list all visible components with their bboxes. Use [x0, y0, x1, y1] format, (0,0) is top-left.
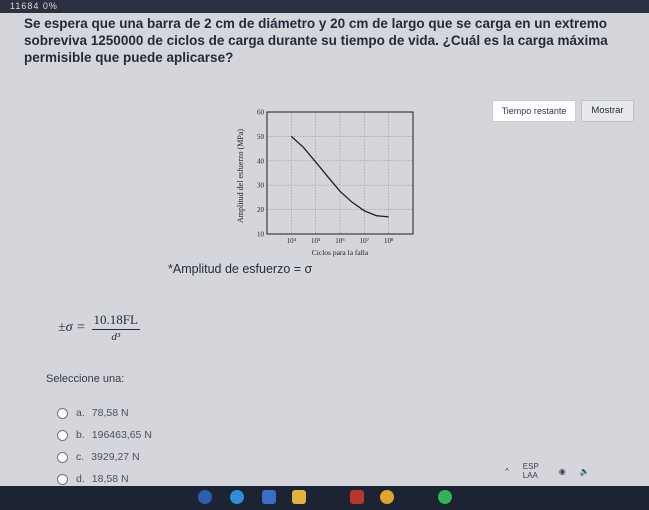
chrome-icon[interactable]: [380, 490, 394, 504]
volume-icon[interactable]: 🔈: [580, 467, 590, 476]
option-text: 196463,65 N: [91, 429, 152, 441]
formula-fraction: 10.18FL d³: [91, 312, 140, 343]
taskbar: [0, 486, 649, 510]
stress-amplitude-note: *Amplitud de esfuerzo = σ: [168, 262, 313, 276]
formula-lhs: ±σ =: [58, 319, 86, 335]
chart-y-label: Amplitud del esfuerzo (MPa): [236, 129, 245, 223]
option-text: 18,58 N: [91, 473, 129, 485]
formula-numerator: 10.18FL: [91, 312, 140, 330]
option-text: 3929,27 N: [91, 451, 140, 463]
radio-button[interactable]: [57, 407, 68, 419]
store-icon[interactable]: [262, 490, 276, 504]
chart-ticks: 10 20 30 40 50 60 10⁴ 10⁵ 10⁶ 10⁷ 10⁸: [257, 109, 394, 246]
radio-button[interactable]: [57, 451, 68, 463]
folder-icon[interactable]: [292, 490, 306, 504]
tray-language[interactable]: ESP LAA: [523, 462, 545, 480]
hp-app-icon[interactable]: [198, 490, 212, 504]
wifi-icon[interactable]: ◉: [559, 467, 566, 476]
select-prompt: Seleccione una:: [46, 373, 125, 385]
option-letter: c.: [76, 451, 85, 463]
stress-formula: ±σ = 10.18FL d³: [58, 312, 140, 343]
y-tick-label: 40: [257, 157, 265, 165]
option-letter: d.: [76, 473, 85, 485]
answer-option-a[interactable]: a. 78,58 N: [57, 402, 152, 424]
radio-button[interactable]: [57, 473, 68, 485]
x-tick-label: 10⁵: [311, 237, 321, 245]
y-tick-label: 50: [257, 133, 265, 141]
y-tick-label: 20: [257, 206, 265, 214]
time-remaining-box: Tiempo restante: [492, 100, 576, 122]
answer-option-c[interactable]: c. 3929,27 N: [57, 446, 152, 468]
answer-option-b[interactable]: b. 196463,65 N: [57, 424, 152, 446]
option-letter: b.: [76, 429, 85, 441]
formula-denominator: d³: [111, 331, 121, 343]
tray-chevron-icon[interactable]: ^: [505, 467, 509, 476]
radio-button[interactable]: [57, 429, 68, 441]
spotify-icon[interactable]: [438, 490, 452, 504]
sn-curve-chart: 10 20 30 40 50 60 10⁴ 10⁵ 10⁶ 10⁷ 10⁸ Amplitud del…: [236, 109, 414, 257]
browser-icon[interactable]: [230, 490, 244, 504]
answer-options: a. 78,58 N b. 196463,65 N c. 3929,27 N d…: [57, 402, 152, 490]
y-tick-label: 10: [257, 231, 265, 239]
option-text: 78,58 N: [91, 407, 129, 419]
window-top-bar: 11684 0%: [0, 0, 649, 13]
y-tick-label: 30: [257, 182, 265, 190]
y-tick-label: 60: [257, 109, 265, 117]
system-tray: ^ ESP LAA ◉ 🔈: [505, 462, 590, 480]
word-icon[interactable]: [350, 490, 364, 504]
show-button[interactable]: Mostrar: [581, 100, 634, 122]
option-letter: a.: [76, 407, 85, 419]
x-tick-label: 10⁶: [335, 237, 345, 245]
question-text: Se espera que una barra de 2 cm de diáme…: [24, 16, 608, 65]
x-tick-label: 10⁸: [384, 237, 394, 245]
chart-x-label: Ciclos para la falla: [312, 248, 369, 257]
x-tick-label: 10⁴: [287, 237, 297, 245]
chart-grid: [267, 111, 413, 235]
x-tick-label: 10⁷: [360, 237, 370, 245]
